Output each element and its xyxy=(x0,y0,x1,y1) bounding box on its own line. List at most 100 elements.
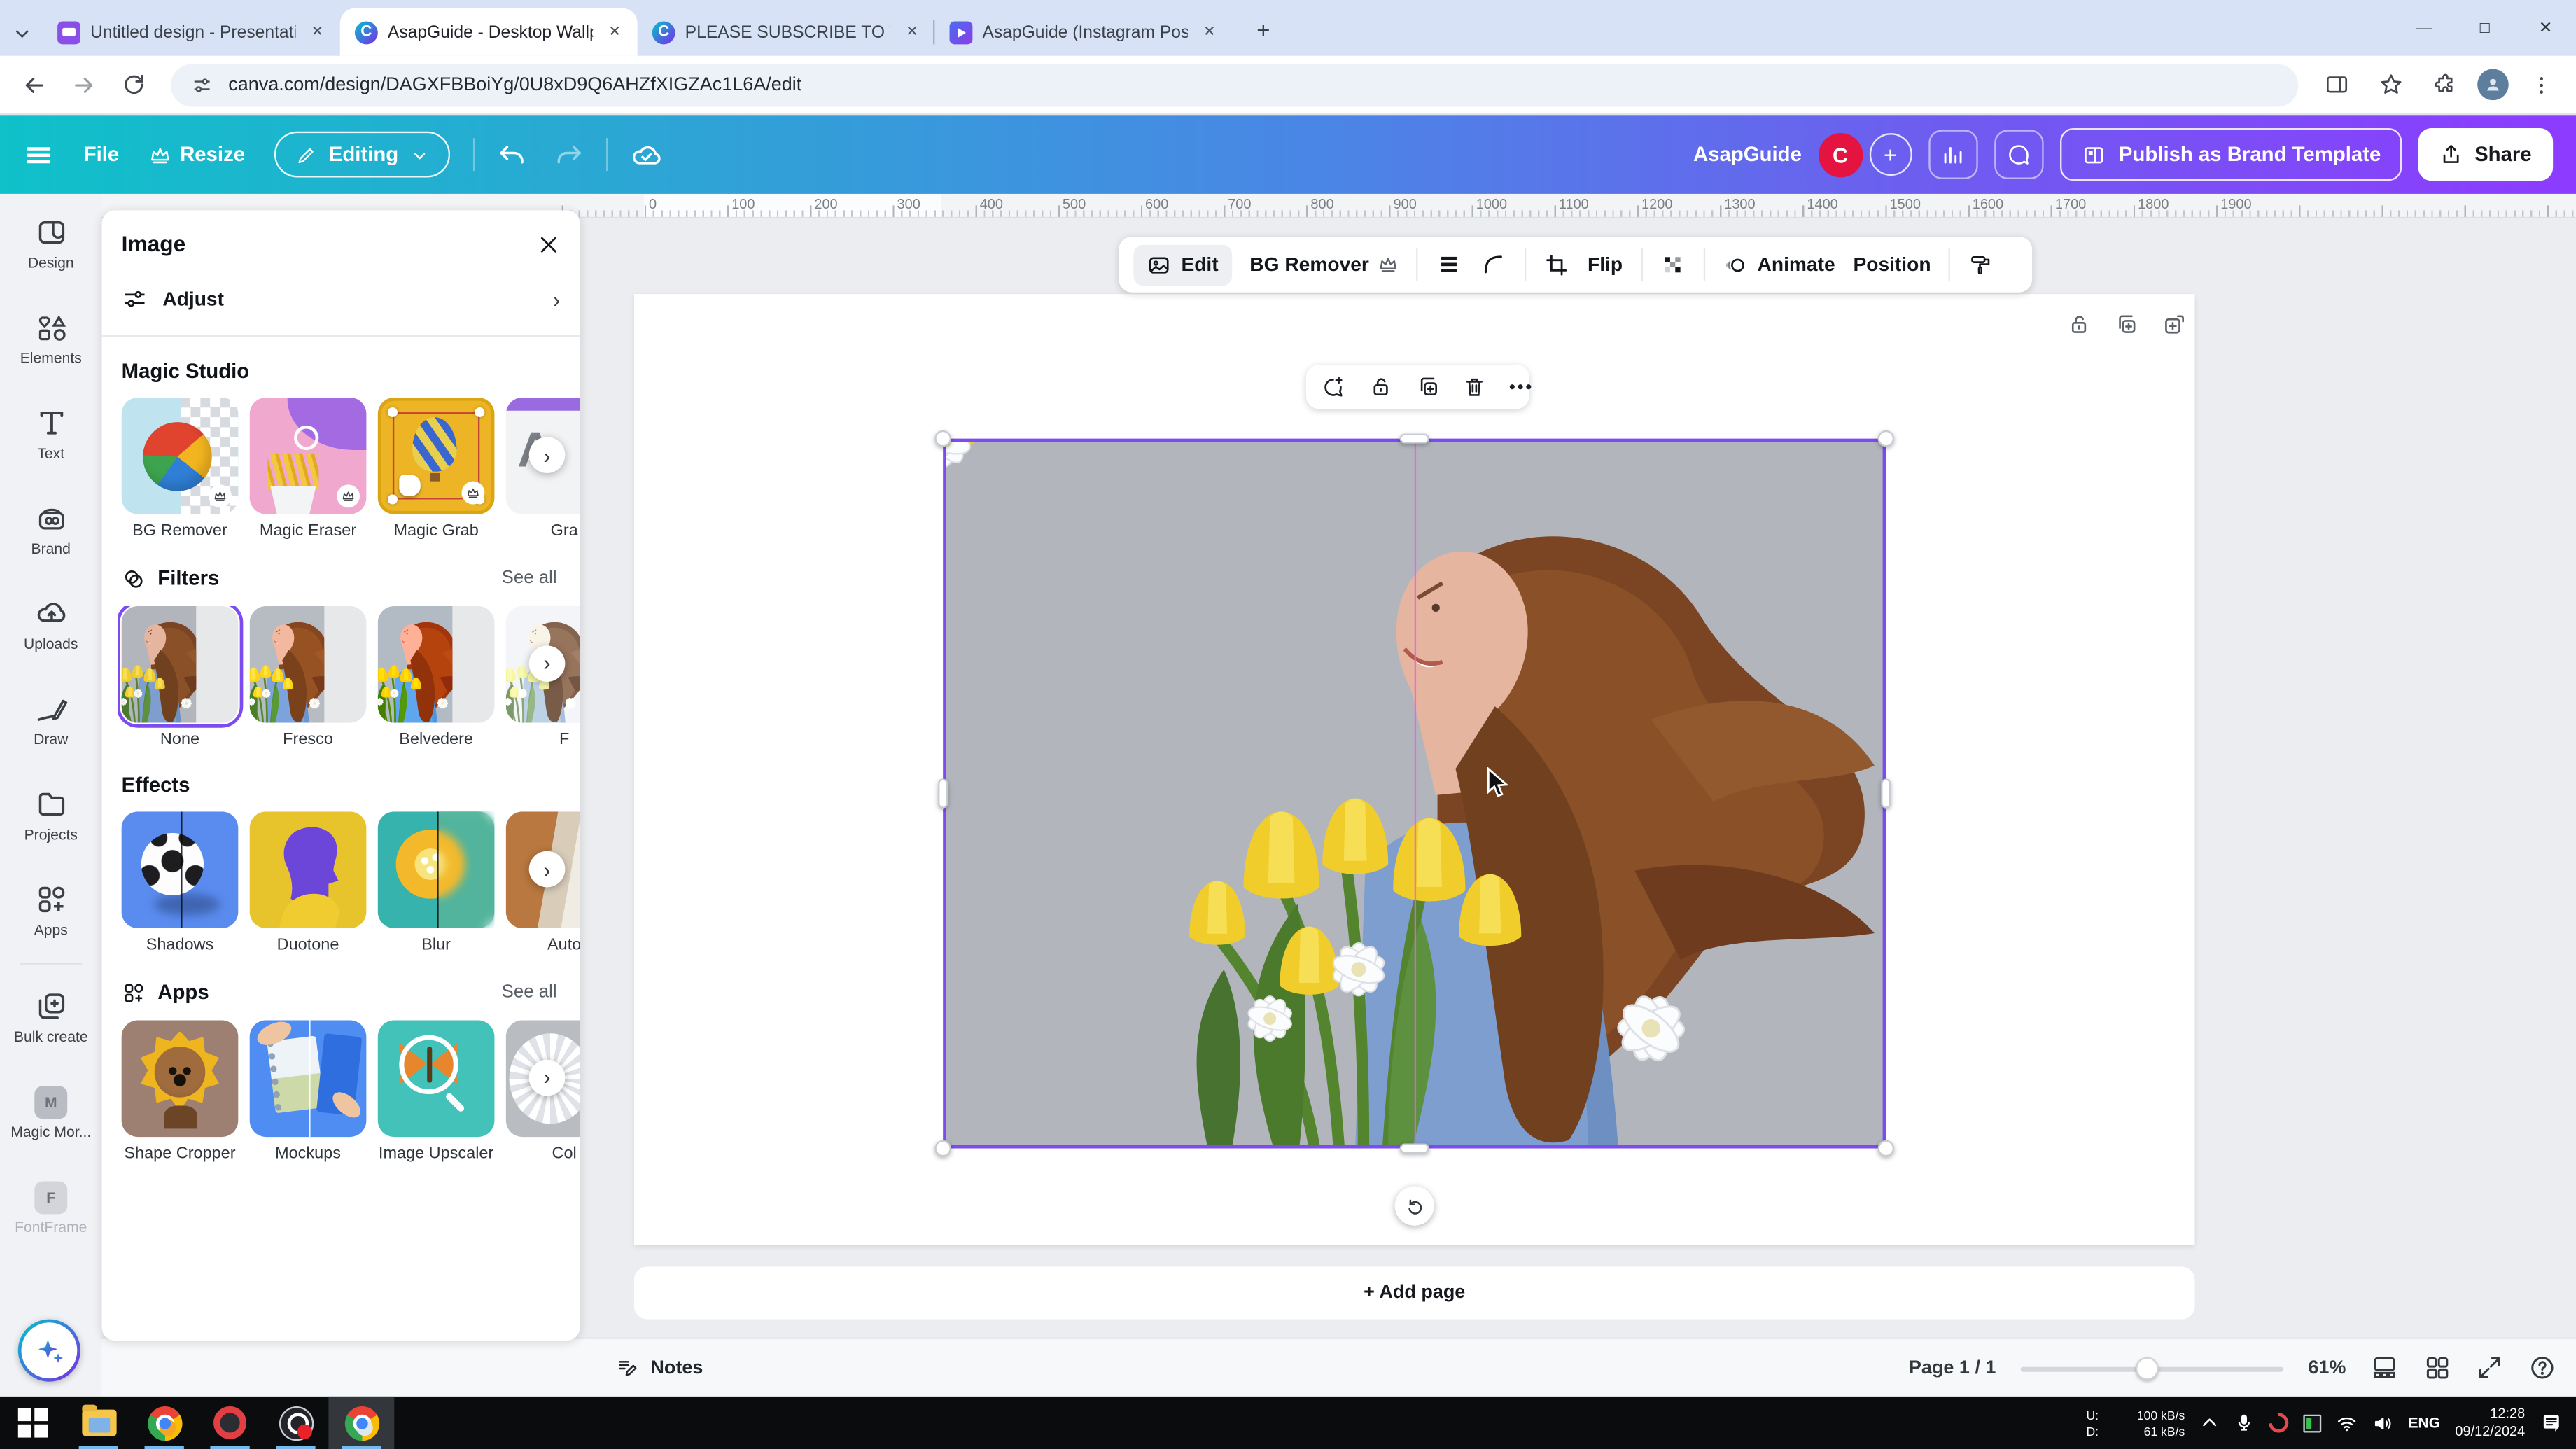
sidebar-item-draw[interactable]: Draw xyxy=(0,673,102,765)
main-menu-button[interactable] xyxy=(23,139,55,170)
tab-close-icon[interactable]: ✕ xyxy=(901,20,923,44)
insights-button[interactable] xyxy=(1928,130,1977,178)
bg-remover-card[interactable]: BG Remover xyxy=(122,398,239,543)
transparency-button[interactable] xyxy=(1660,252,1685,276)
new-tab-button[interactable]: + xyxy=(1242,8,1284,51)
bg-remover-button[interactable]: BG Remover xyxy=(1250,253,1399,276)
resize-button[interactable]: Resize xyxy=(149,143,246,166)
bookmark-button[interactable] xyxy=(2369,63,2412,106)
sidebar-item-fontframe[interactable]: F FontFrame xyxy=(0,1161,102,1253)
clock-widget[interactable]: 12:28 09/12/2024 xyxy=(2455,1406,2525,1441)
lock-icon[interactable] xyxy=(2066,312,2091,337)
sidebar-item-uploads[interactable]: Uploads xyxy=(0,578,102,670)
adjust-row[interactable]: Adjust › xyxy=(118,266,580,332)
obs-button[interactable] xyxy=(263,1396,329,1449)
wifi-icon[interactable] xyxy=(2336,1412,2358,1434)
sidebar-item-elements[interactable]: Elements xyxy=(0,293,102,384)
sidebar-item-projects[interactable]: Projects xyxy=(0,769,102,860)
resize-handle-right[interactable] xyxy=(1881,778,1891,808)
reload-button[interactable] xyxy=(112,63,155,106)
minimize-button[interactable]: — xyxy=(2393,0,2454,56)
delete-icon[interactable] xyxy=(1462,374,1487,399)
browser-menu-button[interactable] xyxy=(2520,63,2563,106)
scroll-next-button[interactable]: › xyxy=(529,437,566,473)
canva-assistant-button[interactable] xyxy=(18,1320,80,1382)
share-button[interactable]: Share xyxy=(2418,128,2553,181)
add-page-button[interactable]: + Add page xyxy=(634,1266,2195,1319)
close-button[interactable]: ✕ xyxy=(2515,0,2576,56)
spacing-button[interactable] xyxy=(1436,251,1463,278)
app-image-upscaler[interactable]: Image Upscaler xyxy=(378,1019,495,1165)
tab-close-icon[interactable]: ✕ xyxy=(307,20,329,44)
add-member-button[interactable]: + xyxy=(1869,133,1912,176)
zoom-slider[interactable] xyxy=(2021,1356,2284,1379)
editing-mode-dropdown[interactable]: Editing xyxy=(274,132,449,178)
tab-close-icon[interactable]: ✕ xyxy=(603,20,626,44)
chrome-profile1-button[interactable] xyxy=(132,1396,197,1449)
corner-rounding-button[interactable] xyxy=(1480,251,1507,278)
add-page-icon[interactable] xyxy=(2162,312,2187,337)
speaker-icon[interactable] xyxy=(2372,1412,2394,1434)
tab-close-icon[interactable]: ✕ xyxy=(1198,20,1221,44)
tab-search-button[interactable] xyxy=(0,10,43,56)
browser-tab-presentation[interactable]: Untitled design - Presentation ✕ xyxy=(43,8,340,56)
sidebar-item-magic-morph[interactable]: M Magic Mor... xyxy=(0,1066,102,1158)
redo-button[interactable] xyxy=(554,141,582,169)
flip-button[interactable]: Flip xyxy=(1588,253,1623,276)
resize-handle-top-left[interactable] xyxy=(934,430,951,447)
resize-handle-left[interactable] xyxy=(938,778,948,808)
browser-tab-active-wallpaper[interactable]: C AsapGuide - Desktop Wallpape ✕ xyxy=(340,8,638,56)
app-mockups[interactable]: Mockups xyxy=(250,1019,367,1165)
avatar[interactable]: C xyxy=(1818,132,1862,176)
sidebar-item-bulk-create[interactable]: Bulk create xyxy=(0,971,102,1063)
resize-handle-bottom-right[interactable] xyxy=(1878,1140,1894,1156)
duplicate-page-icon[interactable] xyxy=(2115,312,2139,337)
duplicate-icon[interactable] xyxy=(1415,374,1440,399)
back-button[interactable] xyxy=(13,63,56,106)
app-tray-icon[interactable] xyxy=(2303,1414,2321,1432)
forward-button[interactable] xyxy=(62,63,105,106)
magic-eraser-card[interactable]: Magic Eraser xyxy=(250,398,367,543)
scroll-next-button[interactable]: › xyxy=(529,645,566,681)
fullscreen-icon[interactable] xyxy=(2476,1354,2504,1382)
selected-image[interactable] xyxy=(944,440,1884,1147)
sidebar-item-design[interactable]: Design xyxy=(0,197,102,289)
resize-handle-top-right[interactable] xyxy=(1878,430,1894,447)
animate-button[interactable]: Animate xyxy=(1723,252,1835,276)
browser-tab-subscribe[interactable]: C PLEASE SUBSCRIBE TO THIS CH ✕ xyxy=(638,8,935,56)
crop-button[interactable] xyxy=(1545,252,1569,276)
comments-button[interactable] xyxy=(1994,130,2043,178)
opera-button[interactable] xyxy=(197,1396,263,1449)
filter-fresco[interactable]: Fresco xyxy=(250,606,367,751)
scroll-next-button[interactable]: › xyxy=(529,1059,566,1096)
side-panel-button[interactable] xyxy=(2315,63,2358,106)
opera-tray-icon[interactable] xyxy=(2264,1409,2292,1437)
effect-shadows[interactable]: Shadows xyxy=(122,811,239,957)
notification-center-icon[interactable] xyxy=(2540,1411,2563,1434)
edit-image-button[interactable]: Edit xyxy=(1133,244,1231,286)
file-explorer-button[interactable] xyxy=(66,1396,132,1449)
filter-none[interactable]: None xyxy=(122,606,239,751)
grid-view-icon[interactable] xyxy=(2423,1354,2451,1382)
pages-view-icon[interactable] xyxy=(2371,1354,2399,1382)
resize-handle-bottom[interactable] xyxy=(1400,1143,1429,1153)
position-button[interactable]: Position xyxy=(1853,253,1931,276)
language-indicator[interactable]: ENG xyxy=(2408,1415,2440,1431)
help-icon[interactable] xyxy=(2528,1354,2556,1382)
tray-expand-icon[interactable] xyxy=(2199,1413,2219,1432)
resize-handle-bottom-left[interactable] xyxy=(934,1140,951,1156)
file-menu[interactable]: File xyxy=(84,143,120,166)
add-comment-icon[interactable] xyxy=(1321,374,1345,399)
close-panel-button[interactable] xyxy=(537,232,560,255)
app-shape-cropper[interactable]: Shape Cropper xyxy=(122,1019,239,1165)
filters-see-all-link[interactable]: See all xyxy=(502,568,557,588)
publish-brand-template-button[interactable]: Publish as Brand Template xyxy=(2059,128,2402,181)
filter-belvedere[interactable]: Belvedere xyxy=(378,606,495,751)
notes-button[interactable]: Notes xyxy=(616,1339,703,1396)
sidebar-item-apps[interactable]: Apps xyxy=(0,864,102,955)
effect-blur[interactable]: Blur xyxy=(378,811,495,957)
start-button[interactable] xyxy=(0,1396,66,1449)
effect-duotone[interactable]: Duotone xyxy=(250,811,367,957)
rotate-handle[interactable] xyxy=(1395,1186,1434,1225)
browser-tab-instagram-post[interactable]: AsapGuide (Instagram Post) - Y ✕ xyxy=(934,8,1232,56)
